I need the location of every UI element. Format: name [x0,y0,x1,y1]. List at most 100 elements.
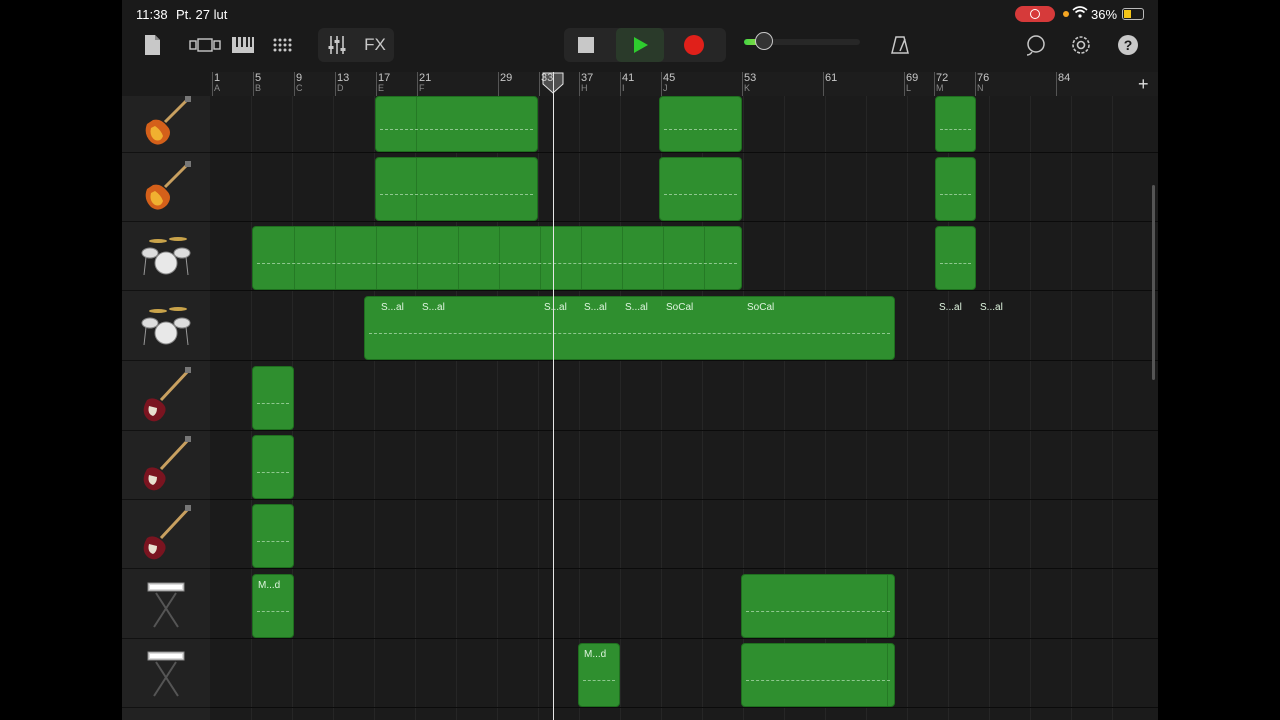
track-header-bass-guitar[interactable] [122,502,210,569]
section-letter: H [581,83,588,93]
region-notes [940,128,971,131]
ruler-tick [376,72,377,96]
region-notes [746,680,890,682]
region[interactable] [935,226,976,290]
track-header-electric-guitar[interactable] [122,94,210,153]
settings-icon[interactable] [1069,30,1093,60]
section-letter: A [214,83,221,93]
region-label: S...al [544,302,567,313]
section-letter: I [622,83,625,93]
add-section-icon[interactable]: + [1138,74,1149,95]
region[interactable] [375,96,538,152]
drum-kit-icon [138,233,194,282]
section-letter: D [337,83,344,93]
bar-number: 61 [825,72,838,84]
track-header-keyboard[interactable] [122,641,210,708]
region[interactable] [252,435,294,499]
track-lane[interactable] [210,572,1158,639]
region-segment-divider [376,227,377,289]
keyboard-icon[interactable] [230,30,256,60]
vertical-scrollbar[interactable] [1152,185,1155,380]
play-icon[interactable] [616,28,664,62]
garageband-screen: 11:38 Pt. 27 lut 36% FX ? 1 A 5 B 9 C 13… [122,0,1158,720]
track-lane[interactable] [210,502,1158,569]
ruler-tick [975,72,976,96]
track-lane[interactable] [210,433,1158,500]
track-header-drum-kit[interactable] [122,294,210,361]
bar-number: 29 [500,72,513,84]
region-label: S...al [381,302,404,313]
region[interactable] [935,157,976,221]
volume-knob[interactable] [755,32,773,50]
electric-guitar-icon [139,94,193,153]
browser-icon[interactable] [140,30,164,60]
region-notes [257,611,289,613]
ruler-tick [823,72,824,96]
section-letter: C [296,83,303,93]
region[interactable] [659,96,742,152]
tracks-area[interactable]: S...al S...al S...al S...al S...al SoCal SoCal… [210,96,1158,720]
track-header-electric-guitar[interactable] [122,155,210,222]
region-notes [940,263,971,265]
region-notes [257,263,737,265]
region[interactable] [375,157,538,221]
mixer-icon[interactable] [324,30,350,60]
region[interactable] [935,96,976,152]
region[interactable] [252,504,294,568]
region-label: SoCal [747,302,775,313]
loop-icon[interactable] [1024,30,1048,60]
section-letter: M [936,83,944,93]
ruler-tick [579,72,580,96]
view-toggle-icon[interactable] [188,30,222,60]
bass-guitar-icon [139,435,193,498]
region-segment-divider [581,227,582,289]
record-icon[interactable] [678,30,710,60]
mic-indicator-dot [1063,11,1069,17]
region-label: S...al [584,302,607,313]
track-lane[interactable] [210,641,1158,708]
section-letter: E [378,83,385,93]
region-segment-divider [294,227,295,289]
region-segment-divider [622,227,623,289]
track-header-bass-guitar[interactable] [122,364,210,431]
region-label: SoCal [666,302,694,313]
ruler-tick [253,72,254,96]
fx-button[interactable]: FX [360,30,390,60]
region[interactable] [741,574,895,638]
toolbar: FX ? [122,28,1158,72]
section-letter: K [744,83,751,93]
screen-recording-indicator [1015,6,1055,22]
region-label: M...d [584,649,607,660]
region[interactable] [252,366,294,430]
help-icon[interactable]: ? [1116,30,1140,60]
ruler-tick [539,72,540,96]
region-notes [380,128,533,131]
region[interactable] [659,157,742,221]
region-segment-divider [335,227,336,289]
ruler-tick [498,72,499,96]
track-header-bass-guitar[interactable] [122,433,210,500]
stop-icon[interactable] [570,30,602,60]
region[interactable] [252,226,742,290]
region-segment-divider [417,227,418,289]
track-lane[interactable] [210,364,1158,431]
playhead-handle[interactable] [542,72,564,94]
region-notes [664,194,737,196]
status-bar: 11:38 Pt. 27 lut 36% [122,0,1158,28]
region-notes [583,680,615,682]
region-notes [664,128,737,131]
region-segment-divider [458,227,459,289]
grid-icon[interactable] [270,30,294,60]
region[interactable] [741,643,895,707]
track-header-keyboard[interactable] [122,572,210,639]
region-label: S...al [980,302,1003,313]
metronome-icon[interactable] [888,30,912,60]
battery-percent: 36% [1091,7,1118,22]
track-header-drum-kit[interactable] [122,224,210,291]
status-time: 11:38 [136,7,168,22]
region-notes [257,472,289,474]
region-notes [369,333,890,335]
region-label: S...al [939,302,962,313]
ruler-tick [620,72,621,96]
playhead[interactable] [553,72,554,720]
